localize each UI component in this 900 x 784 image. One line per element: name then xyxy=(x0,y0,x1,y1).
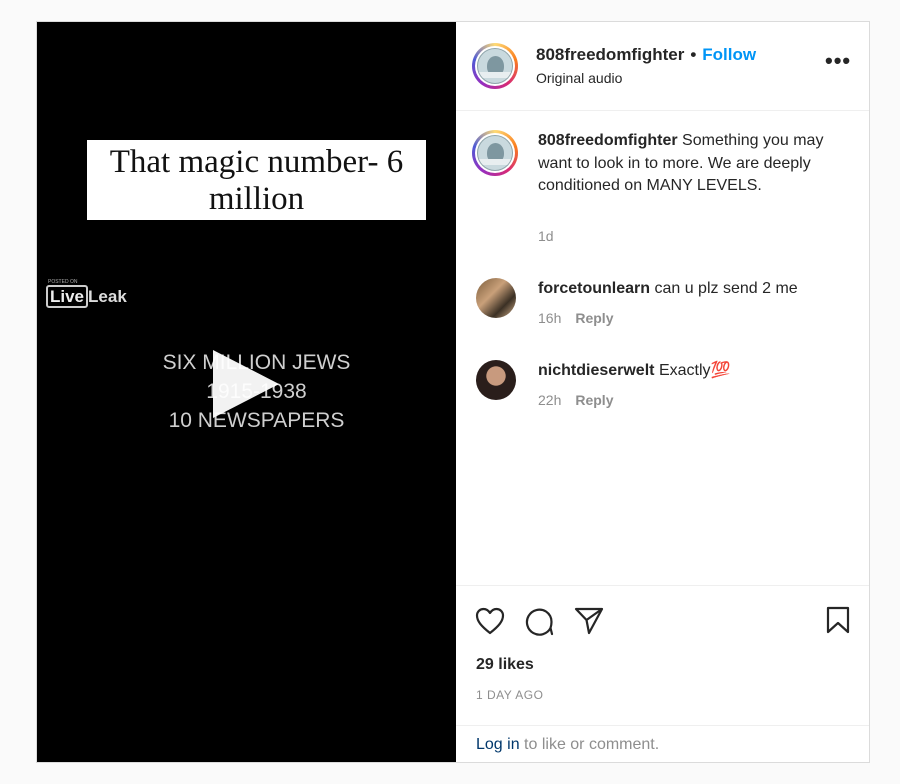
comment-meta: 22h Reply xyxy=(538,392,613,408)
login-prompt-text: to like or comment. xyxy=(519,736,660,753)
post-sidebar: 808freedomfighter • Follow Original audio … xyxy=(456,22,869,762)
play-icon[interactable] xyxy=(213,350,279,418)
comment-username[interactable]: forcetounlearn xyxy=(538,280,650,297)
comment-time: 22h xyxy=(538,392,562,408)
comment-username[interactable]: nichtdieserwelt xyxy=(538,362,654,379)
liveleak-watermark: POSTED ON Live Leak xyxy=(46,279,127,308)
original-audio-link[interactable]: Original audio xyxy=(536,70,622,86)
login-link[interactable]: Log in xyxy=(476,736,520,753)
watermark-small-text: POSTED ON xyxy=(48,279,78,285)
watermark-live-text: Live xyxy=(46,285,89,308)
header-username[interactable]: 808freedomfighter xyxy=(536,45,684,64)
avatar[interactable] xyxy=(472,130,518,176)
video-player[interactable]: That magic number- 6 million POSTED ON L… xyxy=(37,22,456,762)
post-actions: 29 likes 1 DAY AGO xyxy=(456,585,869,726)
likes-count[interactable]: 29 likes xyxy=(476,656,534,674)
caption-text: 808freedomfighter Something you may want… xyxy=(538,130,838,198)
heart-icon[interactable] xyxy=(475,607,505,635)
reply-button[interactable]: Reply xyxy=(575,392,613,408)
commenter-avatar[interactable] xyxy=(476,360,516,400)
video-overlay-caption: That magic number- 6 million xyxy=(87,140,426,220)
comment-meta: 16h Reply xyxy=(538,310,613,326)
avatar-image xyxy=(477,48,513,84)
commenter-avatar[interactable] xyxy=(476,278,516,318)
more-options-icon[interactable]: ••• xyxy=(825,50,851,72)
login-prompt: Log in to like or comment. xyxy=(456,725,869,763)
avatar-image xyxy=(477,135,513,171)
follow-button[interactable]: Follow xyxy=(702,45,756,64)
header-user-line: 808freedomfighter • Follow xyxy=(536,45,756,65)
comment-body: Exactly💯 xyxy=(658,362,731,379)
avatar[interactable] xyxy=(472,43,518,89)
comment-text: forcetounlearn can u plz send 2 me xyxy=(538,278,838,301)
post-header: 808freedomfighter • Follow Original audio … xyxy=(456,22,869,111)
comment-icon[interactable] xyxy=(524,606,554,636)
comment-body: can u plz send 2 me xyxy=(654,280,798,297)
bookmark-icon[interactable] xyxy=(826,606,850,634)
post-container: That magic number- 6 million POSTED ON L… xyxy=(36,21,870,763)
post-timestamp: 1 DAY AGO xyxy=(476,688,544,702)
caption-time: 1d xyxy=(538,228,554,244)
reply-button[interactable]: Reply xyxy=(575,310,613,326)
header-separator: • xyxy=(690,45,697,64)
watermark-leak-text: Leak xyxy=(88,287,127,306)
share-icon[interactable] xyxy=(574,606,604,636)
comment-text: nichtdieserwelt Exactly💯 xyxy=(538,360,838,383)
caption-username[interactable]: 808freedomfighter xyxy=(538,132,678,149)
comment-time: 16h xyxy=(538,310,562,326)
